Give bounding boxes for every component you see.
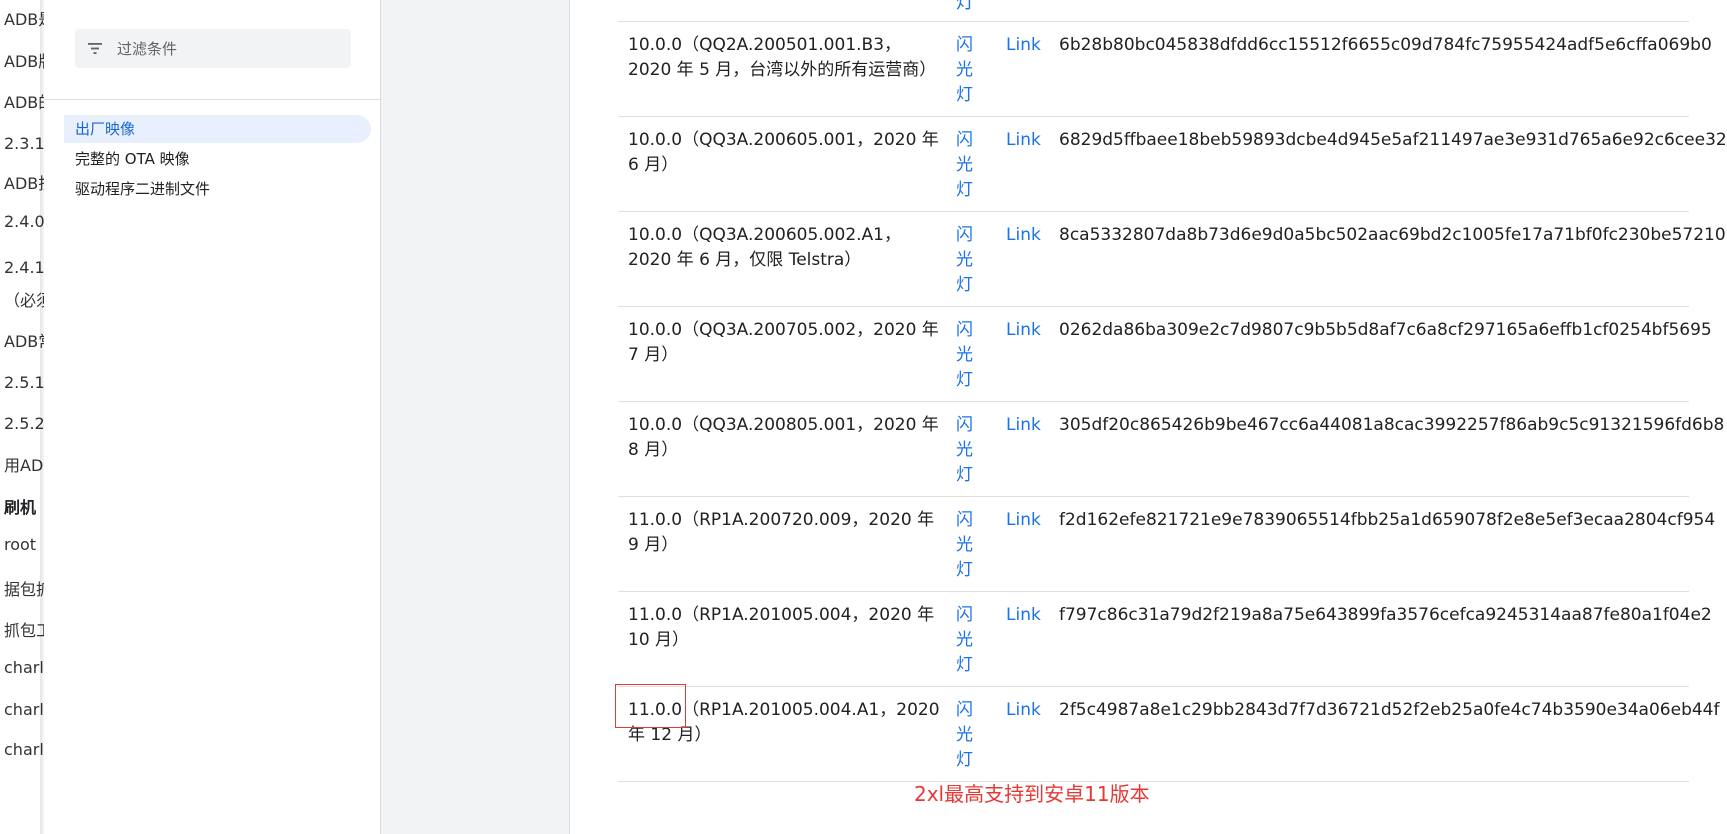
sidebar-item-driver-binaries[interactable]: 驱动程序二进制文件 bbox=[64, 175, 210, 203]
flash-link[interactable]: 闪光灯 bbox=[956, 223, 980, 298]
download-link[interactable]: Link bbox=[1006, 33, 1041, 58]
table-row: 10.0.0（QQ3A.200805.001，2020 年 8 月） 闪光灯 Lin… bbox=[618, 401, 1724, 496]
version-highlight-box bbox=[615, 684, 686, 728]
filter-input[interactable] bbox=[115, 29, 349, 70]
flash-link[interactable]: 闪光灯 bbox=[956, 603, 980, 678]
annotation-note: 2xl最高支持到安卓11版本 bbox=[914, 782, 1150, 806]
table-row: 11.0.0（RP1A.201005.004.A1，2020 年 12 月） 闪光… bbox=[618, 686, 1719, 782]
flash-link[interactable]: 闪光灯 bbox=[956, 508, 980, 583]
version-cell: 10.0.0（QQ3A.200705.002，2020 年 7 月） bbox=[628, 320, 939, 365]
version-cell: 11.0.0（RP1A.201005.004，2020 年 10 月） bbox=[628, 605, 935, 650]
flash-link[interactable]: 闪光灯 bbox=[956, 698, 980, 773]
downloads-table: 10.0.0（QQ2A.200501.001.B3，2020 年 5 月，台湾以… bbox=[618, 21, 1727, 782]
background-nav-item[interactable]: 刷机 bbox=[4, 494, 36, 518]
download-link[interactable]: Link bbox=[1006, 698, 1041, 723]
flash-link[interactable]: 闪光灯 bbox=[956, 128, 980, 203]
sha256-checksum: 8ca5332807da8b73d6e9d0a5bc502aac69bd2c10… bbox=[1059, 225, 1726, 245]
table-row: 11.0.0（RP1A.201005.004，2020 年 10 月） 闪光灯 Li… bbox=[618, 591, 1712, 686]
table-row: 10.0.0（QQ2A.200501.001.B3，2020 年 5 月，台湾以… bbox=[618, 21, 1712, 116]
version-cell: 10.0.0（QQ2A.200501.001.B3，2020 年 5 月，台湾以… bbox=[628, 35, 937, 80]
sidebar-item-full-ota-images[interactable]: 完整的 OTA 映像 bbox=[64, 145, 190, 173]
download-link[interactable]: Link bbox=[1006, 603, 1041, 628]
background-nav-item[interactable]: root bbox=[4, 535, 36, 554]
version-cell: 10.0.0（QQ3A.200805.001，2020 年 8 月） bbox=[628, 415, 939, 460]
sha256-checksum: 6b28b80bc045838dfdd6cc15512f6655c09d784f… bbox=[1059, 35, 1712, 55]
flash-link[interactable]: 闪光灯 bbox=[956, 413, 980, 488]
table-row: 11.0.0（RP1A.200720.009，2020 年 9 月） 闪光灯 Lin… bbox=[618, 496, 1715, 591]
partial-flash-link[interactable]: 灯 bbox=[956, 0, 974, 14]
sha256-checksum: f2d162efe821721e9e7839065514fbb25a1d6590… bbox=[1059, 510, 1716, 530]
filter-box[interactable] bbox=[75, 29, 351, 70]
sha256-checksum: f797c86c31a79d2f219a8a75e643899fa3576cef… bbox=[1059, 605, 1712, 625]
sha256-checksum: 2f5c4987a8e1c29bb2843d7f7d36721d52f2eb25… bbox=[1059, 700, 1720, 720]
version-cell: 10.0.0（QQ3A.200605.002.A1，2020 年 6 月，仅限 … bbox=[628, 225, 901, 270]
flash-link[interactable]: 闪光灯 bbox=[956, 33, 980, 108]
table-row: 10.0.0（QQ3A.200705.002，2020 年 7 月） 闪光灯 Lin… bbox=[618, 306, 1712, 401]
filter-icon bbox=[88, 43, 102, 54]
download-link[interactable]: Link bbox=[1006, 318, 1041, 343]
sha256-checksum: 6829d5ffbaee18beb59893dcbe4d945e5af21149… bbox=[1059, 130, 1727, 150]
table-row: 10.0.0（QQ3A.200605.001，2020 年 6 月） 闪光灯 Lin… bbox=[618, 116, 1727, 211]
download-link[interactable]: Link bbox=[1006, 413, 1041, 438]
download-link[interactable]: Link bbox=[1006, 508, 1041, 533]
main-content: 灯 10.0.0（QQ2A.200501.001.B3，2020 年 5 月，台… bbox=[570, 0, 1727, 834]
content-gutter bbox=[381, 0, 570, 834]
sha256-checksum: 0262da86ba309e2c7d9807c9b5b5d8af7c6a8cf2… bbox=[1059, 320, 1712, 340]
download-link[interactable]: Link bbox=[1006, 223, 1041, 248]
version-cell: 11.0.0（RP1A.200720.009，2020 年 9 月） bbox=[628, 510, 935, 555]
version-cell: 10.0.0（QQ3A.200605.001，2020 年 6 月） bbox=[628, 130, 939, 175]
sidebar-item-factory-images[interactable]: 出厂映像 bbox=[64, 115, 371, 143]
sidebar: 出厂映像完整的 OTA 映像驱动程序二进制文件 bbox=[44, 0, 381, 834]
sha256-checksum: 305df20c865426b9be467cc6a44081a8cac39922… bbox=[1059, 415, 1725, 435]
sidebar-divider bbox=[44, 99, 380, 100]
table-row: 10.0.0（QQ3A.200605.002.A1，2020 年 6 月，仅限 … bbox=[618, 211, 1726, 306]
flash-link[interactable]: 闪光灯 bbox=[956, 318, 980, 393]
download-link[interactable]: Link bbox=[1006, 128, 1041, 153]
